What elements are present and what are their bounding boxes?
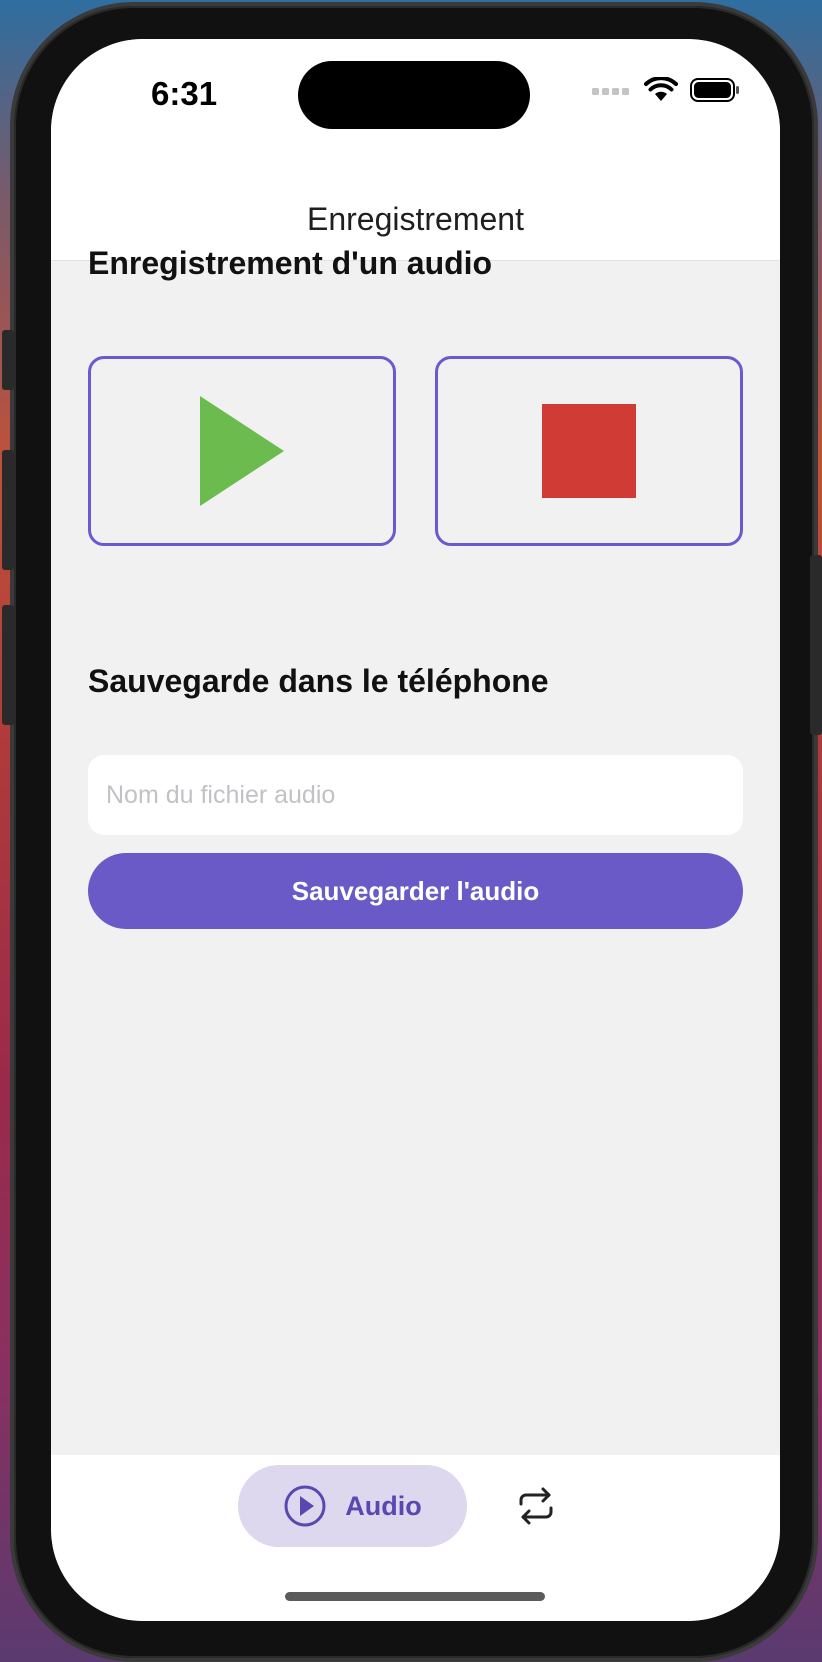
side-button xyxy=(2,450,14,570)
status-bar: 6:31 xyxy=(51,39,780,179)
recording-section-heading: Enregistrement d'un audio xyxy=(88,245,493,281)
play-button[interactable] xyxy=(88,356,396,546)
app-screen: 6:31 Enregistrement Enregistrement d'un … xyxy=(51,39,780,1621)
saving-section-heading: Sauvegarde dans le téléphone xyxy=(88,663,549,699)
tab-audio-label: Audio xyxy=(345,1490,422,1521)
save-audio-button[interactable]: Sauvegarder l'audio xyxy=(88,853,743,929)
side-button xyxy=(2,330,14,390)
page-title: Enregistrement xyxy=(307,201,524,237)
filename-input[interactable] xyxy=(88,755,743,835)
battery-icon xyxy=(690,78,739,102)
wifi-icon xyxy=(644,77,678,101)
cellular-signal-icon xyxy=(592,88,629,95)
stop-icon xyxy=(542,404,636,498)
save-audio-label: Sauvegarder l'audio xyxy=(291,875,540,906)
stop-button[interactable] xyxy=(435,356,743,546)
play-icon xyxy=(200,396,284,506)
home-indicator xyxy=(285,1592,545,1601)
tab-repeat[interactable] xyxy=(511,1481,561,1531)
play-circle-icon xyxy=(284,1485,326,1527)
status-icons xyxy=(592,77,740,103)
tab-audio[interactable]: Audio xyxy=(238,1465,467,1547)
side-button xyxy=(2,605,14,725)
repeat-icon xyxy=(519,1487,553,1525)
side-button xyxy=(810,555,822,735)
status-time: 6:31 xyxy=(151,75,218,112)
dynamic-island xyxy=(298,61,530,129)
